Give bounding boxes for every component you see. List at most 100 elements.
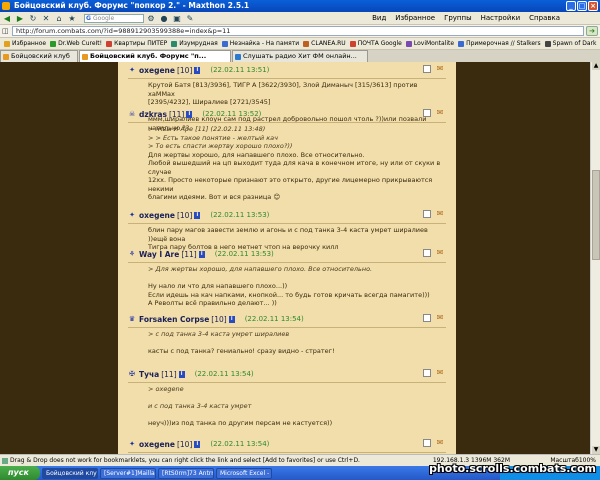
author-nick[interactable]: dzkras xyxy=(139,110,167,119)
author-nick[interactable]: Way I Are xyxy=(139,250,179,259)
scroll-thumb[interactable] xyxy=(592,170,600,260)
taskbar-item-game[interactable]: [RtS0rm]73 Antrm - О... xyxy=(158,467,214,479)
favorite-link[interactable]: Изумрудная xyxy=(171,40,218,47)
go-arrow-icon[interactable]: ➔ xyxy=(586,26,598,36)
reply-icon[interactable]: ✉ xyxy=(434,249,446,257)
user-info-icon[interactable]: i xyxy=(228,315,235,323)
reply-icon[interactable]: ✉ xyxy=(434,65,446,73)
menu-item-view[interactable]: Вид xyxy=(372,14,386,22)
post-time: (22.02.11 13:52) xyxy=(202,110,262,118)
tools-icon[interactable]: ✎ xyxy=(184,13,196,24)
author-nick[interactable]: oxegene xyxy=(139,66,175,75)
tab-club[interactable]: Бойцовский клуб xyxy=(0,50,78,62)
scroll-up-icon[interactable]: ▲ xyxy=(592,62,600,70)
vertical-scrollbar[interactable]: ▲ ▼ xyxy=(590,62,600,454)
menu-item-help[interactable]: Справка xyxy=(529,14,560,22)
select-post-checkbox[interactable] xyxy=(423,210,431,218)
back-arrow-icon[interactable]: ◀ xyxy=(1,13,13,24)
favorite-link[interactable]: Spawn of Dark xyxy=(544,40,597,47)
quote-line: > > Есть такое понятие - желтый кач xyxy=(148,133,278,142)
favorite-label: Изумрудная xyxy=(179,40,218,47)
favorite-label: Незнайка - На памяти xyxy=(229,40,300,47)
select-post-checkbox[interactable] xyxy=(423,314,431,322)
favorite-link[interactable]: Квартиры ПИТЕР xyxy=(106,40,167,47)
select-post-checkbox[interactable] xyxy=(423,439,431,447)
start-button[interactable]: пуск xyxy=(0,466,40,480)
select-post-checkbox[interactable] xyxy=(423,65,431,73)
clan-emblem-icon: ☠ xyxy=(128,110,136,118)
post-body: > oxegene и с под танка 3-4 каста умрет … xyxy=(128,385,446,428)
favorite-link[interactable]: CLANEA.RU xyxy=(303,40,346,47)
user-info-icon[interactable]: i xyxy=(198,250,205,258)
favorite-label: Spawn of Dark xyxy=(552,40,597,47)
post-text-line: Если идешь на кач напками, кнопкой... то… xyxy=(148,290,430,299)
favorite-link[interactable]: LoviMontalite xyxy=(405,40,455,47)
user-info-icon[interactable]: i xyxy=(178,370,185,378)
favorite-label: CLANEA.RU xyxy=(311,40,346,47)
select-post-checkbox[interactable] xyxy=(423,249,431,257)
post-text-line: [2395/4232], Шиpалиев [2721/3545] xyxy=(148,98,271,106)
reply-icon[interactable]: ✉ xyxy=(434,210,446,218)
menu-item-favorites[interactable]: Избранное xyxy=(395,14,435,22)
author-level: [11] xyxy=(168,109,185,119)
watermark: photo.scrolls.combats.com xyxy=(429,462,596,475)
author-nick[interactable]: Туча xyxy=(139,370,159,379)
menu-item-settings[interactable]: Настройки xyxy=(481,14,521,22)
reply-icon[interactable]: ✉ xyxy=(434,369,446,377)
favorite-link[interactable]: Незнайка - На памяти xyxy=(221,40,300,47)
select-post-checkbox[interactable] xyxy=(423,369,431,377)
post-actions: ✉ xyxy=(423,314,446,322)
author-nick[interactable]: oxegene xyxy=(139,440,175,449)
close-window-button[interactable]: × xyxy=(588,1,598,11)
author-nick[interactable]: Forsaken Corpse xyxy=(139,315,209,324)
screenshot-icon[interactable]: ▣ xyxy=(171,13,183,24)
post-actions: ✉ xyxy=(423,439,446,447)
favorite-label: LoviMontalite xyxy=(413,40,455,47)
reply-icon[interactable]: ✉ xyxy=(434,439,446,447)
post-divider xyxy=(128,382,446,383)
post-text-line xyxy=(148,411,446,420)
menu-item-groups[interactable]: Группы xyxy=(444,14,472,22)
menu-bar: Вид Избранное Группы Настройки Справка xyxy=(372,14,600,22)
url-field[interactable]: http://forum.combats.com/?id=98891290359… xyxy=(12,26,584,36)
select-post-checkbox[interactable] xyxy=(423,109,431,117)
record-icon[interactable]: ● xyxy=(158,13,170,24)
favorite-label: ПОЧТА Google xyxy=(357,40,402,47)
stop-icon[interactable]: ✕ xyxy=(40,13,52,24)
tab-radio[interactable]: Слушать радио Хит ФМ онлайн... xyxy=(232,50,368,62)
favorite-link[interactable]: Избранное xyxy=(4,40,46,47)
taskbar-item-browser[interactable]: Бойцовский клуб. Ф... xyxy=(42,467,98,479)
options-icon[interactable]: ⚙ xyxy=(145,13,157,24)
user-info-icon[interactable]: i xyxy=(194,440,201,448)
post-header: ✦ oxegene [10] i (22.02.11 13:51) ✉ xyxy=(128,64,446,76)
user-info-icon[interactable]: i xyxy=(194,66,201,74)
forward-arrow-icon[interactable]: ▶ xyxy=(14,13,26,24)
reply-icon[interactable]: ✉ xyxy=(434,314,446,322)
taskbar-item-excel[interactable]: Microsoft Excel - top... xyxy=(216,467,272,479)
favorite-link[interactable]: Примерочная // Stalkers xyxy=(458,40,541,47)
minimize-button[interactable]: _ xyxy=(566,1,576,11)
post-header: ⚘ Way I Are [11] i (22.02.11 13:53) ✉ xyxy=(128,248,446,260)
favorites-star-icon[interactable]: ★ xyxy=(66,13,78,24)
maximize-button[interactable]: □ xyxy=(577,1,587,11)
forum-post: ✠ Туча [11] i (22.02.11 13:54) ✉ > oxegene и с… xyxy=(128,368,446,428)
user-info-icon[interactable]: i xyxy=(194,211,201,219)
post-text-line: 12хх. Просто некоторые признают это откр… xyxy=(148,176,435,193)
post-time: (22.02.11 13:53) xyxy=(210,211,270,219)
user-info-icon[interactable]: i xyxy=(186,110,193,118)
scroll-down-icon[interactable]: ▼ xyxy=(592,446,600,454)
favorite-link[interactable]: ПОЧТА Google xyxy=(349,40,402,47)
home-icon[interactable]: ⌂ xyxy=(53,13,65,24)
search-input[interactable]: Google xyxy=(84,13,144,23)
tab-forum[interactable]: Бойцовский клуб. Форумс "п... xyxy=(79,50,231,62)
refresh-icon[interactable]: ↻ xyxy=(27,13,39,24)
post-text-line: благими идеями. Вот и вся разница 😊 xyxy=(148,193,281,201)
clan-emblem-icon: ✠ xyxy=(129,370,135,378)
favorite-link[interactable]: Dr.Web CureIt! xyxy=(50,40,102,47)
post-actions: ✉ xyxy=(423,65,446,73)
status-message: Drag & Drop does not work for bookmarkle… xyxy=(10,457,360,464)
radio-icon xyxy=(235,54,241,60)
taskbar-item-mail[interactable]: [Server#1]Maillanton xyxy=(100,467,156,479)
reply-icon[interactable]: ✉ xyxy=(434,109,446,117)
author-nick[interactable]: oxegene xyxy=(139,211,175,220)
